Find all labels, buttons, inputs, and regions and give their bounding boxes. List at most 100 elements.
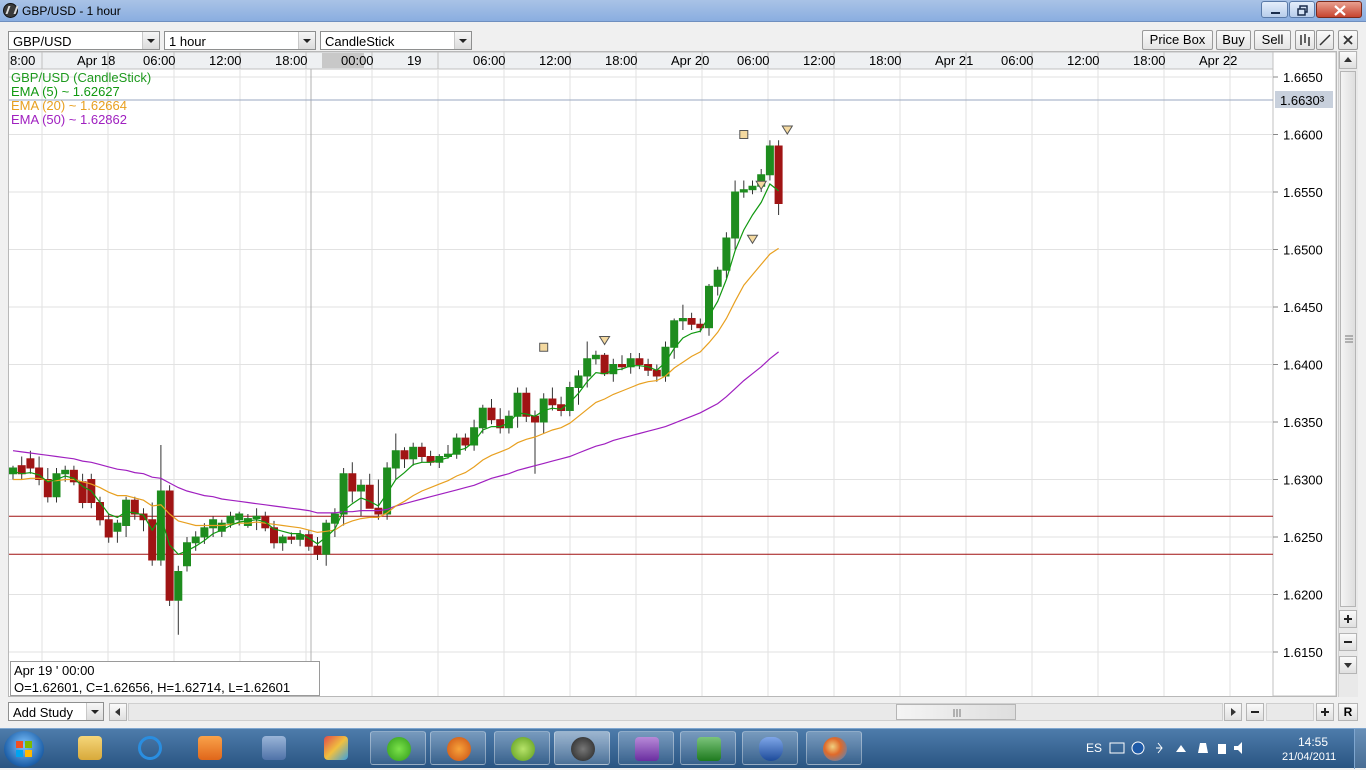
taskbar-excel[interactable] bbox=[680, 731, 736, 765]
close-chart-button[interactable] bbox=[1338, 30, 1358, 50]
signal-square-marker bbox=[539, 342, 549, 352]
horizontal-scroll-track[interactable] bbox=[128, 703, 1223, 721]
chevron-down-icon bbox=[1344, 663, 1352, 668]
taskbar-app[interactable] bbox=[308, 731, 364, 765]
taskbar-paint[interactable] bbox=[806, 731, 862, 765]
bars-icon bbox=[1300, 34, 1310, 46]
add-study-select[interactable]: Add Study bbox=[8, 702, 104, 721]
candle-body bbox=[391, 450, 400, 469]
show-desktop-button[interactable] bbox=[1354, 729, 1366, 769]
paint-palette-icon bbox=[823, 737, 847, 761]
shield-tray-icon bbox=[1198, 743, 1208, 753]
chart-panel[interactable]: 8:00 Apr 18 06:00 12:00 18:00 00:00 19 06:00 12:… bbox=[8, 51, 1337, 697]
vertical-scrollbar[interactable] bbox=[1338, 51, 1358, 697]
candle-body bbox=[487, 407, 496, 421]
zoom-out-button[interactable] bbox=[1339, 633, 1357, 651]
taskbar-ie[interactable] bbox=[122, 731, 178, 765]
candle-body bbox=[235, 513, 244, 521]
interval-value: 1 hour bbox=[169, 34, 206, 49]
candle-body bbox=[531, 415, 539, 423]
candle-body bbox=[618, 364, 626, 368]
maximize-button[interactable] bbox=[1289, 1, 1315, 18]
flower-icon bbox=[387, 737, 411, 761]
scroll-down-button[interactable] bbox=[1339, 656, 1357, 674]
zoom-out-button[interactable] bbox=[1246, 703, 1264, 721]
scroll-left-button[interactable] bbox=[109, 703, 127, 721]
time-axis-label: 06:00 bbox=[1001, 53, 1034, 68]
bottom-toolbar: Add Study R bbox=[0, 700, 1366, 724]
chart-toolbar: GBP/USD 1 hour CandleStick Price Box Buy… bbox=[0, 29, 1366, 51]
scroll-up-button[interactable] bbox=[1339, 51, 1357, 69]
scroll-thumb[interactable] bbox=[1340, 71, 1356, 607]
candlestick-chart[interactable]: 8:00 Apr 18 06:00 12:00 18:00 00:00 19 06:00 12:… bbox=[8, 51, 1337, 697]
candle-body bbox=[765, 145, 774, 176]
candle-body bbox=[313, 545, 322, 555]
zoom-in-button[interactable] bbox=[1339, 610, 1357, 628]
candle-body bbox=[748, 185, 757, 191]
taskbar-ninja[interactable] bbox=[494, 731, 550, 765]
time-axis-label: 18:00 bbox=[275, 53, 308, 68]
time-axis-label: 18:00 bbox=[605, 53, 638, 68]
language-indicator[interactable]: ES bbox=[1086, 741, 1102, 755]
minimize-button[interactable] bbox=[1261, 1, 1288, 18]
price-box-button[interactable]: Price Box bbox=[1142, 30, 1213, 50]
candle-body bbox=[731, 191, 740, 239]
system-tray-icons bbox=[1109, 741, 1242, 755]
legend-ema50: EMA (50) ~ 1.62862 bbox=[11, 112, 127, 127]
candle-body bbox=[470, 427, 479, 446]
chart-type-select[interactable]: CandleStick bbox=[320, 31, 472, 50]
signal-triangle-marker bbox=[781, 125, 794, 135]
candle-body bbox=[52, 473, 61, 498]
taskbar-tools[interactable] bbox=[246, 731, 302, 765]
firefox-icon bbox=[447, 737, 471, 761]
price-axis-label: 1.6450 bbox=[1283, 300, 1323, 315]
taskbar-antivirus[interactable] bbox=[742, 731, 798, 765]
chevron-down-icon[interactable] bbox=[142, 32, 159, 49]
sell-button[interactable]: Sell bbox=[1254, 30, 1291, 50]
interval-select[interactable]: 1 hour bbox=[164, 31, 316, 50]
draw-line-button[interactable] bbox=[1316, 30, 1334, 50]
legend-ema20: EMA (20) ~ 1.62664 bbox=[11, 98, 127, 113]
keyboard-icon bbox=[1109, 742, 1125, 754]
price-axis-label: 1.6200 bbox=[1283, 588, 1323, 603]
price-axis-label: 1.6550 bbox=[1283, 185, 1323, 200]
buy-button[interactable]: Buy bbox=[1216, 30, 1251, 50]
taskbar-onenote[interactable] bbox=[618, 731, 674, 765]
time-axis-label: 19 bbox=[407, 53, 421, 68]
candle-body bbox=[600, 354, 609, 375]
plus-icon bbox=[1344, 615, 1352, 623]
chart-style-button[interactable] bbox=[1295, 30, 1315, 50]
chevron-down-icon[interactable] bbox=[86, 703, 103, 720]
zoom-in-button[interactable] bbox=[1316, 703, 1334, 721]
chevron-down-icon[interactable] bbox=[454, 32, 471, 49]
candle-body bbox=[713, 269, 722, 287]
candle-body bbox=[774, 145, 783, 204]
time-axis-label: 18:00 bbox=[869, 53, 902, 68]
candle-body bbox=[574, 375, 583, 388]
clock-time: 14:55 bbox=[1298, 735, 1329, 749]
taskbar-firefox[interactable] bbox=[430, 731, 486, 765]
zoom-slider[interactable] bbox=[1266, 703, 1314, 721]
candle-body bbox=[739, 189, 748, 193]
reset-button[interactable]: R bbox=[1338, 703, 1358, 721]
candle-body bbox=[652, 369, 661, 377]
close-button[interactable] bbox=[1316, 1, 1362, 18]
time-axis-label: 06:00 bbox=[473, 53, 506, 68]
taskbar-media[interactable] bbox=[182, 731, 238, 765]
ohlc-values: O=1.62601, C=1.62656, H=1.62714, L=1.626… bbox=[14, 680, 291, 695]
ohlc-date: Apr 19 ' 00:00 bbox=[14, 663, 95, 678]
taskbar-explorer[interactable] bbox=[62, 731, 118, 765]
current-price-label: 1.6630³ bbox=[1280, 93, 1325, 108]
candle-body bbox=[183, 542, 191, 567]
scroll-right-button[interactable] bbox=[1224, 703, 1242, 721]
taskbar-trading-app[interactable] bbox=[554, 731, 610, 765]
close-icon bbox=[1334, 5, 1346, 16]
chevron-left-icon bbox=[115, 708, 120, 716]
candle-body bbox=[287, 536, 296, 540]
symbol-select[interactable]: GBP/USD bbox=[8, 31, 160, 50]
taskbar-icq[interactable] bbox=[370, 731, 426, 765]
candle-body bbox=[383, 467, 392, 515]
chevron-down-icon[interactable] bbox=[298, 32, 315, 49]
horizontal-scroll-thumb[interactable] bbox=[896, 704, 1016, 720]
start-button[interactable] bbox=[4, 731, 44, 767]
